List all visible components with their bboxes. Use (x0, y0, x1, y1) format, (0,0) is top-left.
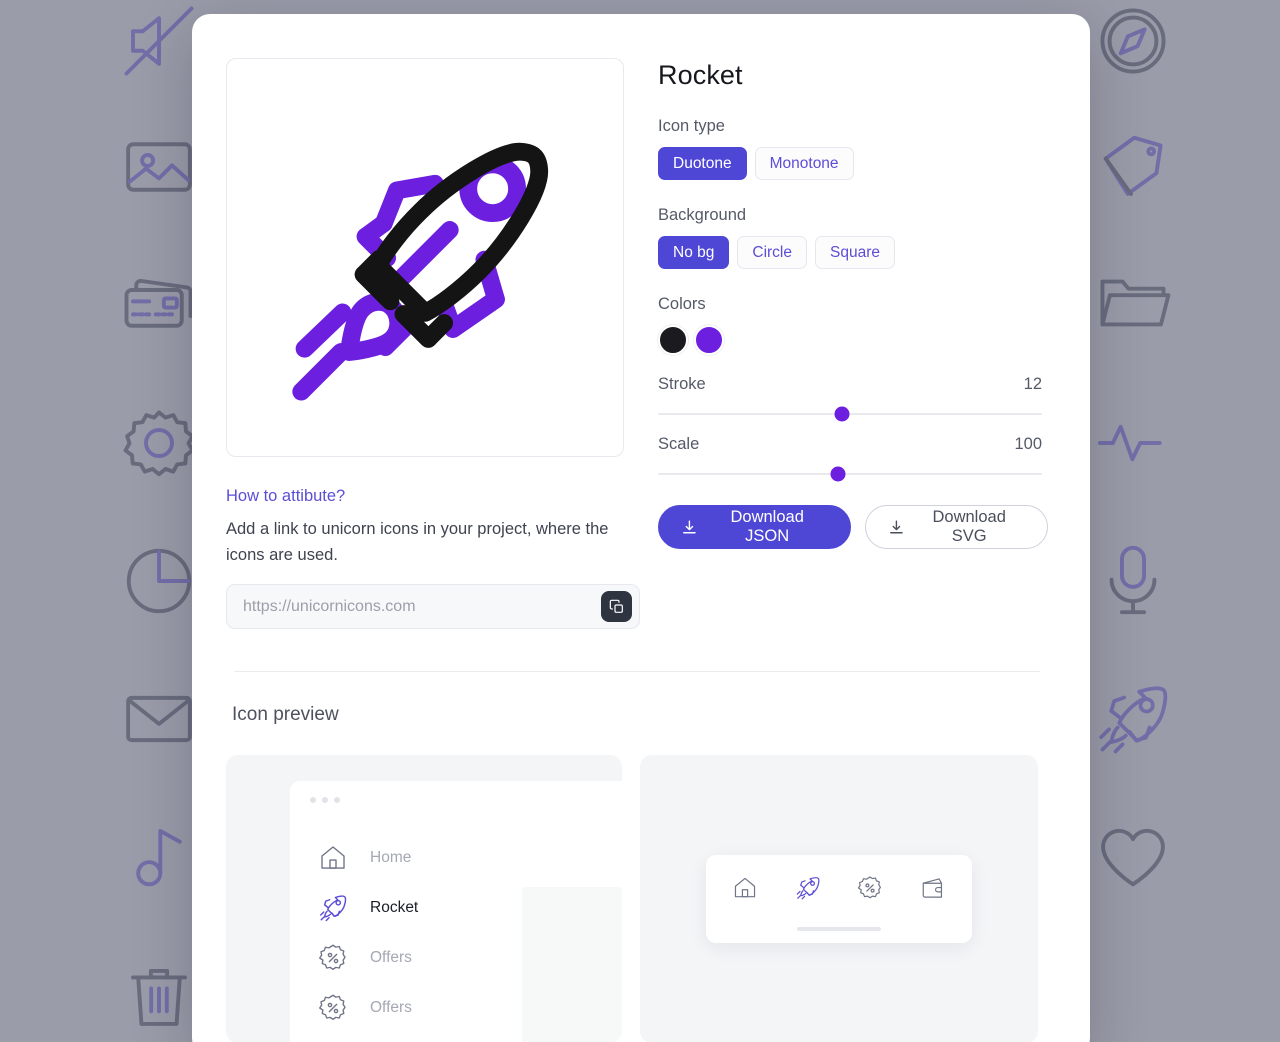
discount-badge-icon (318, 943, 348, 973)
download-icon (889, 519, 903, 533)
rocket-icon[interactable] (795, 875, 821, 901)
window-dots (290, 781, 622, 804)
folder-icon (1094, 264, 1172, 342)
credit-cards-icon (120, 264, 198, 342)
icon-preview-column: How to attibute? Add a link to unicorn i… (226, 58, 640, 630)
compass-icon (1094, 2, 1172, 80)
desktop-content-placeholder (522, 887, 622, 1042)
attribution-url-input[interactable] (243, 597, 601, 616)
gear-icon (120, 404, 198, 482)
microphone-icon (1094, 542, 1172, 620)
stroke-value: 12 (1023, 375, 1042, 393)
download-svg-label: Download SVG (932, 508, 1006, 545)
colors-label: Colors (658, 295, 706, 313)
icon-type-label: Icon type (658, 117, 725, 135)
download-json-button[interactable]: Download JSON (658, 505, 851, 549)
background-circle-button[interactable]: Circle (737, 236, 807, 269)
download-svg-button[interactable]: Download SVG (864, 505, 1048, 549)
discount-badge-icon (318, 993, 348, 1023)
icon-preview-heading: Icon preview (232, 704, 339, 726)
background-square-button[interactable]: Square (815, 236, 895, 269)
sidebar-item-label: Offers (370, 999, 412, 1017)
activity-pulse-icon (1094, 404, 1172, 482)
envelope-icon (120, 680, 198, 758)
speaker-mute-icon (120, 2, 198, 80)
mobile-bottom-nav (706, 855, 972, 944)
home-icon[interactable] (732, 875, 758, 901)
mobile-nav-icons (732, 875, 946, 901)
stroke-label: Stroke (658, 375, 706, 393)
icon-controls-column: Rocket Icon type Duotone Monotone Backgr… (658, 58, 1048, 629)
pie-chart-icon (120, 542, 198, 620)
sidebar-item-label: Offers (370, 949, 412, 967)
copy-icon (609, 599, 623, 613)
stroke-slider-thumb[interactable] (834, 406, 850, 422)
music-note-icon (120, 818, 198, 896)
desktop-preview-card: Home Rocket Offers Offers (226, 755, 622, 1042)
rocket-icon (318, 893, 348, 923)
home-indicator-bar (797, 927, 881, 932)
page-title: Rocket (658, 60, 743, 90)
discount-badge-icon[interactable] (857, 875, 883, 901)
icon-preview-grid: Home Rocket Offers Offers (226, 755, 1048, 1042)
desktop-window-mock: Home Rocket Offers Offers (290, 781, 622, 1042)
icon-type-duotone-button[interactable]: Duotone (658, 147, 747, 180)
stroke-slider-block: Stroke 12 (658, 375, 1048, 422)
mobile-preview-card (640, 755, 1038, 1042)
scale-slider-thumb[interactable] (830, 466, 846, 482)
rocket-duotone-icon (292, 142, 549, 401)
scale-label: Scale (658, 435, 700, 453)
scale-value: 100 (1014, 435, 1042, 453)
section-divider (234, 671, 1040, 673)
sidebar-item-label: Rocket (370, 899, 419, 917)
download-icon (683, 519, 696, 533)
attribution-title: How to attibute? (226, 487, 346, 505)
icon-type-monotone-button[interactable]: Monotone (754, 147, 854, 180)
sidebar-item-home[interactable]: Home (318, 833, 622, 883)
rocket-icon (1094, 680, 1172, 758)
wallet-icon[interactable] (920, 875, 946, 901)
icon-type-options: Duotone Monotone (658, 147, 1048, 180)
background-label: Background (658, 206, 747, 224)
home-icon (318, 843, 348, 873)
scale-slider-block: Scale 100 (658, 435, 1048, 482)
image-icon (120, 128, 198, 206)
scale-slider-track[interactable] (658, 466, 1042, 482)
icon-detail-modal: How to attibute? Add a link to unicorn i… (192, 14, 1090, 1042)
stroke-slider-track[interactable] (658, 406, 1042, 422)
color-swatch-secondary[interactable] (694, 325, 724, 355)
color-swatches (658, 325, 1048, 355)
attribution-description: Add a link to unicorn icons in your proj… (226, 520, 609, 564)
sidebar-item-label: Home (370, 849, 412, 867)
attribution-url-field[interactable] (226, 584, 640, 630)
heart-icon (1094, 818, 1172, 896)
background-no-bg-button[interactable]: No bg (658, 236, 730, 269)
background-options: No bg Circle Square (658, 236, 1048, 269)
download-json-label: Download JSON (730, 508, 804, 545)
copy-url-button[interactable] (601, 591, 632, 623)
tag-icon (1094, 128, 1172, 206)
trash-icon (120, 956, 198, 1034)
download-actions: Download JSON Download SVG (658, 505, 1048, 549)
icon-canvas (226, 58, 624, 457)
color-swatch-primary[interactable] (658, 325, 688, 355)
